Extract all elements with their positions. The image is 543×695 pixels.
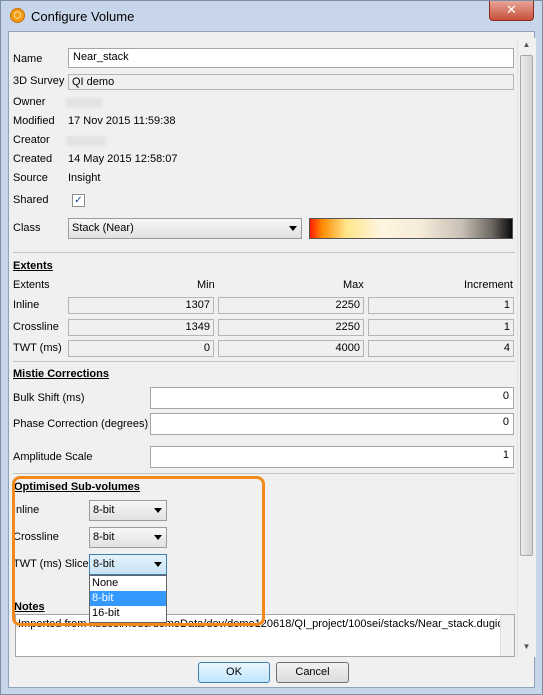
dropdown-option-8bit[interactable]: 8-bit [90,591,166,606]
dropdown-option-16bit[interactable]: 16-bit [90,606,166,621]
shared-checkbox[interactable]: ✓ [72,194,85,207]
phase-correction-field[interactable]: 0 [150,413,514,435]
twt-increment-field: 4 [368,340,514,357]
amplitude-scale-label: Amplitude Scale [13,451,93,463]
increment-column-header: Increment [464,279,513,291]
dropdown-option-none[interactable]: None [90,576,166,591]
creator-value-redacted [66,136,106,146]
class-select-value: Stack (Near) [72,222,134,234]
vertical-scrollbar[interactable]: ▲ ▼ [517,38,534,657]
extents-column-header: Extents [13,279,50,291]
window-title: Configure Volume [31,9,135,24]
twt-min-field: 0 [68,340,214,357]
dialog-body: Name Near_stack 3D Survey QI demo Owner … [8,31,536,688]
form-scroll-area: Name Near_stack 3D Survey QI demo Owner … [9,38,536,657]
crossline-increment-field: 1 [368,319,514,336]
check-icon: ✓ [74,195,83,206]
survey-field: QI demo [68,74,514,90]
scroll-up-icon[interactable]: ▲ [520,40,533,53]
max-column-header: Max [343,279,364,291]
created-value: 14 May 2015 12:58:07 [68,153,178,165]
divider [13,252,515,253]
creator-label: Creator [13,134,50,146]
crossline-min-field: 1349 [68,319,214,336]
chevron-down-icon [289,226,297,231]
name-field[interactable]: Near_stack [68,48,514,68]
scrollbar-thumb[interactable] [520,55,533,556]
scroll-down-icon[interactable]: ▼ [520,642,533,655]
extents-section-title: Extents [13,260,53,272]
created-label: Created [13,153,53,165]
class-label: Class [13,222,41,234]
name-label: Name [13,53,43,65]
modified-label: Modified [13,115,55,127]
mistie-section-title: Mistie Corrections [13,368,109,380]
bulk-shift-label: Bulk Shift (ms) [13,392,85,404]
colormap-preview[interactable] [309,218,513,239]
crossline-max-field: 2250 [218,319,364,336]
app-icon: ⬡ [10,8,25,23]
close-button[interactable]: ✕ [489,1,534,21]
survey-label: 3D Survey [13,75,65,87]
inline-increment-field: 1 [368,297,514,314]
extents-row-label: TWT (ms) [13,342,62,354]
source-label: Source [13,172,48,184]
twt-max-field: 4000 [218,340,364,357]
extents-row-label: Inline [13,299,40,311]
close-icon: ✕ [506,2,517,17]
bulk-shift-field[interactable]: 0 [150,387,514,409]
inline-min-field: 1307 [68,297,214,314]
owner-label: Owner [13,96,46,108]
owner-value-redacted [66,98,102,108]
divider [13,473,515,474]
inline-max-field: 2250 [218,297,364,314]
ok-button[interactable]: OK [198,662,270,683]
bit-depth-dropdown-list[interactable]: None 8-bit 16-bit [89,575,167,623]
title-bar[interactable]: ⬡ Configure Volume ✕ [1,1,542,31]
divider [13,361,515,362]
phase-correction-label: Phase Correction (degrees) [13,418,149,430]
extents-row-label: Crossline [13,321,59,333]
modified-value: 17 Nov 2015 11:59:38 [68,115,176,127]
min-column-header: Min [197,279,215,291]
cancel-button[interactable]: Cancel [276,662,349,683]
source-value: Insight [68,172,101,184]
notes-scrollbar[interactable] [500,615,514,656]
class-select[interactable]: Stack (Near) [68,218,302,239]
amplitude-scale-field[interactable]: 1 [150,446,514,468]
dialog-window: ⬡ Configure Volume ✕ Name Near_stack 3D … [0,0,543,695]
shared-label: Shared [13,194,49,206]
